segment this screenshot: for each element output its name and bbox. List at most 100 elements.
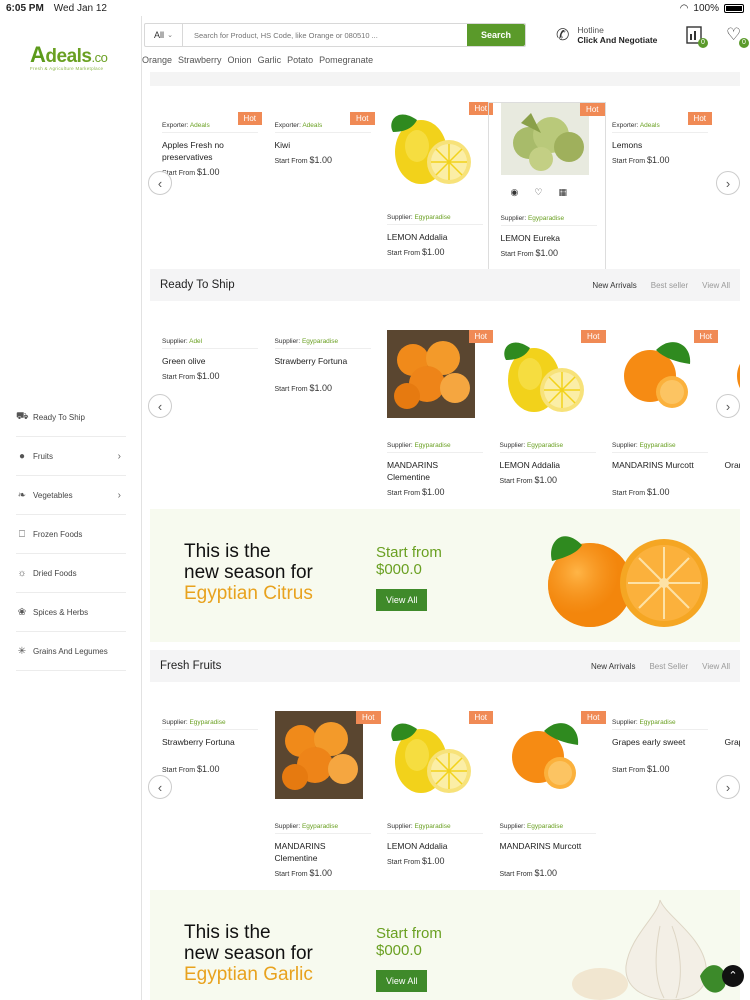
sidebar-item[interactable]: ☼ Dried Foods [16,554,126,593]
heart-icon[interactable]: ♡ [534,187,542,198]
quick-link[interactable]: Potato [287,55,313,65]
tab-best-seller[interactable]: Best seller [651,281,688,290]
supplier-label: Supplier: [387,442,413,449]
product-card[interactable]: Hot Supplier: Egyparadise MANDARINS Murcot… [600,330,718,498]
supplier-link[interactable]: Adel [189,338,202,345]
supplier-link[interactable]: Egyparadise [302,823,338,830]
quick-link[interactable]: Garlic [258,55,282,65]
price-value: $1.00 [197,167,220,177]
quick-link[interactable]: Pomegranate [319,55,373,65]
compare-button[interactable]: 0 [685,25,708,48]
garlic-banner: This is the new season for Egyptian Garl… [150,890,740,1000]
product-name[interactable]: Apples Fresh no preservatives [162,139,258,163]
product-price: Start From $1.00 [275,155,333,165]
carousel-prev-arrow[interactable]: ‹ [148,171,172,195]
search-category-select[interactable]: All ⌄ [145,24,183,46]
product-name[interactable]: Strawberry Fortuna [162,736,258,748]
product-name[interactable]: Oran [725,459,741,471]
hotline-label: Hotline [577,25,604,35]
supplier-link[interactable]: Egyparadise [189,719,225,726]
product-card[interactable]: Hot Supplier: Egyparadise LEMON Addalia Sta… [488,330,606,498]
product-name[interactable]: Strawberry Fortuna [275,355,371,367]
supplier-link[interactable]: Egyparadise [639,442,675,449]
product-name[interactable]: LEMON Addalia [387,231,483,243]
sidebar-item[interactable]: ⎕ Frozen Foods [16,515,126,554]
supplier-line: Supplier: Egyparadise [612,442,708,453]
product-name[interactable]: LEMON Addalia [387,840,483,852]
product-card[interactable]: Supplier: Egyparadise Grapes early sweet S… [600,711,718,879]
view-all-button[interactable]: View All [376,589,428,611]
product-card[interactable]: Hot ◉ ♡ ▦ Supplier: Egyparadise LEMON Eureka S… [487,102,606,270]
quick-link[interactable]: Onion [228,55,252,65]
tab-best-seller[interactable]: Best Seller [649,662,688,671]
lemon-image [387,102,475,190]
product-card[interactable]: Hot Exporter: Adeals Lemons Start From $1.0… [600,102,718,270]
product-name[interactable]: MANDARINS Clementine [387,459,483,483]
product-name[interactable]: MANDARINS Murcott [612,459,708,471]
product-name[interactable]: Kiwi [275,139,371,151]
product-name[interactable]: MANDARINS Clementine [275,840,371,864]
banner-line1: This is the [184,541,271,562]
supplier-link[interactable]: Adeals [190,122,210,129]
product-card[interactable]: Hot Exporter: Adeals Kiwi Start From $1.00 [263,102,381,270]
price-value: $1.00 [197,764,220,774]
eye-icon[interactable]: ◉ [511,187,519,198]
compare-chart-icon[interactable]: ▦ [558,187,567,198]
carousel-next-arrow[interactable]: › [716,394,740,418]
sidebar-item[interactable]: ✳ Grains And Legumes [16,632,126,671]
supplier-line: Exporter: Adeals [162,122,258,133]
product-card[interactable]: Hot Supplier: Egyparadise MANDARINS Clemen… [263,711,381,879]
sidebar-item[interactable]: ⛟ Ready To Ship [16,398,126,437]
tab-new-arrivals[interactable]: New Arrivals [592,281,636,290]
product-name[interactable]: MANDARINS Murcott [500,840,596,852]
quick-link[interactable]: Strawberry [178,55,222,65]
lemon-image [500,103,589,175]
start-from-label: Start From [387,490,421,497]
product-card[interactable]: Hot Supplier: Egyparadise LEMON Addalia Sta… [375,711,493,879]
search-input[interactable] [183,24,467,46]
supplier-link[interactable]: Egyparadise [414,442,450,449]
sidebar-item[interactable]: ● Fruits › [16,437,126,476]
search-button[interactable]: Search [467,24,525,46]
status-date: Wed Jan 12 [53,2,107,14]
product-name[interactable]: LEMON Eureka [501,232,597,244]
supplier-link[interactable]: Egyparadise [527,823,563,830]
supplier-link[interactable]: Egyparadise [527,442,563,449]
supplier-link[interactable]: Adeals [302,122,322,129]
product-name[interactable]: Grapes early sweet [612,736,708,748]
product-name[interactable]: Lemons [612,139,708,151]
carousel-prev-arrow[interactable]: ‹ [148,775,172,799]
carousel-next-arrow[interactable]: › [716,171,740,195]
view-all-button[interactable]: View All [376,970,428,992]
quick-link[interactable]: Orange [142,55,172,65]
scroll-to-top-button[interactable]: ⌃ [722,965,744,987]
supplier-link[interactable]: Egyparadise [639,719,675,726]
logo-letter: A [30,42,46,67]
logo[interactable]: Adeals.co Fresh & Agriculture Marketplac… [30,42,120,71]
supplier-link[interactable]: Adeals [640,122,660,129]
sidebar-item[interactable]: ❧ Vegetables › [16,476,126,515]
tab-view-all[interactable]: View All [702,281,730,290]
product-card[interactable]: Hot Supplier: Egyparadise MANDARINS Murcot… [488,711,606,879]
supplier-link[interactable]: Egyparadise [414,214,450,221]
price-value: $1.00 [197,371,220,381]
carousel-next-arrow[interactable]: › [716,775,740,799]
sidebar-item-label: Ready To Ship [33,412,85,422]
tab-view-all[interactable]: View All [702,662,730,671]
tab-new-arrivals[interactable]: New Arrivals [591,662,635,671]
product-card[interactable]: Hot Supplier: Egyparadise MANDARINS Clemen… [375,330,493,498]
product-name[interactable]: Grap [725,736,741,748]
product-name[interactable]: LEMON Addalia [500,459,596,471]
section-title: Fresh Fruits [160,660,222,672]
product-card[interactable]: Hot Supplier: Egyparadise LEMON Addalia Sta… [375,102,493,270]
product-card[interactable]: Supplier: Egyparadise Strawberry Fortuna S… [263,330,381,498]
product-name[interactable]: Green olive [162,355,258,367]
bag-icon: ⎕ [19,528,25,540]
wishlist-button[interactable]: ♡ 0 [726,25,749,48]
hotline[interactable]: ✆ Hotline Click And Negotiate [556,25,657,45]
supplier-link[interactable]: Egyparadise [414,823,450,830]
supplier-link[interactable]: Egyparadise [528,215,564,222]
sidebar-item[interactable]: ❀ Spices & Herbs [16,593,126,632]
carousel-prev-arrow[interactable]: ‹ [148,394,172,418]
supplier-link[interactable]: Egyparadise [302,338,338,345]
